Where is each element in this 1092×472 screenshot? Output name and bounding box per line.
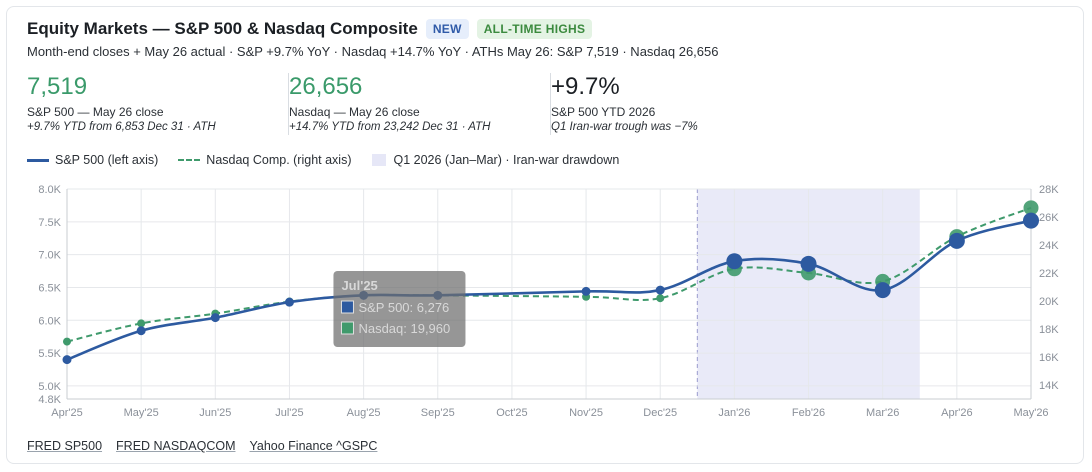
right-tick-label: 22K <box>1039 268 1059 280</box>
right-tick-label: 16K <box>1039 352 1059 364</box>
legend-sp500-label: S&P 500 (left axis) <box>55 153 159 167</box>
x-tick-label: Jun'25 <box>199 407 231 419</box>
right-tick-label: 24K <box>1039 240 1059 252</box>
legend-nasdaq-label: Nasdaq Comp. (right axis) <box>206 153 352 167</box>
kpi-ytd-label: S&P 500 YTD 2026 <box>551 105 656 119</box>
legend-band-label: Q1 2026 (Jan–Mar) · Iran-war drawdown <box>393 153 620 167</box>
x-tick-label: Jan'26 <box>718 407 750 419</box>
kpi-ytd-note: Q1 Iran-war trough was −7% <box>551 121 698 133</box>
sp500-point <box>62 355 72 365</box>
x-tick-label: Nov'25 <box>569 407 603 419</box>
chart-subtitle: Month-end closes + May 26 actual · S&P +… <box>27 44 719 59</box>
kpi-ytd-value: +9.7% <box>551 73 620 100</box>
nasdaq-point <box>137 319 146 328</box>
chart-title: Equity Markets — S&P 500 & Nasdaq Compos… <box>27 19 418 38</box>
x-tick-label: Dec'25 <box>643 407 677 419</box>
sp500-point <box>284 297 294 307</box>
left-tick-label: 7.0K <box>38 250 61 262</box>
kpi-sp500-value: 7,519 <box>27 73 88 100</box>
x-tick-label: Sep'25 <box>421 407 455 419</box>
source-link-yahoo-gspc[interactable]: Yahoo Finance ^GSPC <box>249 439 377 453</box>
sp500-point <box>136 326 146 336</box>
x-tick-label: Oct'25 <box>496 407 527 419</box>
line-chart[interactable]: 4.8K5.0K 5.5K 6.0K 6.5K 7.0K 7.5K 8.0K 14K 16K 18… <box>7 177 1083 432</box>
tooltip-nasdaq-swatch <box>340 321 354 335</box>
left-tick-label: 5.5K <box>38 348 61 360</box>
legend-nasdaq[interactable]: Nasdaq Comp. (right axis) <box>178 153 352 167</box>
sp500-point <box>726 253 743 270</box>
kpi-nasdaq-value: 26,656 <box>289 73 363 100</box>
kpi-ytd: +9.7% S&P 500 YTD 2026 Q1 Iran-war troug… <box>551 73 812 135</box>
header: Equity Markets — S&P 500 & Nasdaq Compos… <box>27 19 593 39</box>
nasdaq-point <box>656 294 665 303</box>
source-link-fred-nasdaqcom[interactable]: FRED NASDAQCOM <box>116 439 235 453</box>
chart-card: Equity Markets — S&P 500 & Nasdaq Compos… <box>6 6 1084 464</box>
x-tick-label: Feb'26 <box>792 407 825 419</box>
tooltip-nasdaq-value: Nasdaq: 19,960 <box>358 321 450 336</box>
x-tick-label: Mar'26 <box>866 407 899 419</box>
source-links: FRED SP500 FRED NASDAQCOM Yahoo Finance … <box>27 439 377 453</box>
sp500-point <box>581 286 591 296</box>
right-tick-label: 14K <box>1039 380 1059 392</box>
left-tick-label: 7.5K <box>38 217 61 229</box>
kpi-sp500-label: S&P 500 — May 26 close <box>27 105 164 119</box>
kpi-nasdaq: 26,656 Nasdaq — May 26 close +14.7% YTD … <box>289 73 551 135</box>
tooltip-sp500-value: S&P 500: 6,276 <box>358 300 449 315</box>
kpi-nasdaq-label: Nasdaq — May 26 close <box>289 105 420 119</box>
left-tick-label: 8.0K <box>38 184 61 196</box>
new-badge: NEW <box>425 19 469 39</box>
left-tick-label: 6.5K <box>38 282 61 294</box>
hover-tooltip: Jul'25 S&P 500: 6,276 Nasdaq: 19,960 <box>333 271 466 347</box>
left-tick-label: 4.8K <box>38 394 61 406</box>
source-link-fred-sp500[interactable]: FRED SP500 <box>27 439 102 453</box>
right-tick-label: 18K <box>1039 324 1059 336</box>
kpi-nasdaq-note: +14.7% YTD from 23,242 Dec 31 · ATH <box>289 121 491 133</box>
left-tick-label: 5.0K <box>38 381 61 393</box>
sp500-point <box>874 282 891 299</box>
sp500-point <box>800 255 817 272</box>
chart-legend: S&P 500 (left axis) Nasdaq Comp. (right … <box>27 153 639 167</box>
sp500-point <box>948 232 965 249</box>
legend-band-swatch <box>371 154 386 166</box>
right-tick-label: 26K <box>1039 212 1059 224</box>
x-tick-label: Aug'25 <box>347 407 381 419</box>
x-tick-label: Apr'26 <box>941 407 972 419</box>
kpi-row: 7,519 S&P 500 — May 26 close +9.7% YTD f… <box>27 73 812 135</box>
kpi-sp500: 7,519 S&P 500 — May 26 close +9.7% YTD f… <box>27 73 289 135</box>
legend-nasdaq-swatch <box>178 159 201 161</box>
legend-sp500-swatch <box>27 158 49 162</box>
tooltip-sp500-swatch <box>340 300 354 314</box>
x-tick-label: May'26 <box>1013 407 1048 419</box>
sp500-point <box>210 313 220 323</box>
all-time-highs-badge: ALL-TIME HIGHS <box>476 19 593 39</box>
right-tick-label: 28K <box>1039 184 1059 196</box>
x-tick-label: Jul'25 <box>275 407 303 419</box>
tooltip-title: Jul'25 <box>341 278 377 293</box>
legend-sp500[interactable]: S&P 500 (left axis) <box>27 153 158 167</box>
sp500-point <box>655 285 665 295</box>
nasdaq-point <box>63 337 71 346</box>
x-tick-label: May'25 <box>124 407 159 419</box>
kpi-sp500-note: +9.7% YTD from 6,853 Dec 31 · ATH <box>27 121 216 133</box>
legend-band[interactable]: Q1 2026 (Jan–Mar) · Iran-war drawdown <box>371 153 620 167</box>
right-tick-label: 20K <box>1039 296 1059 308</box>
x-tick-label: Apr'25 <box>51 407 82 419</box>
left-tick-label: 6.0K <box>38 315 61 327</box>
sp500-point <box>1023 212 1039 229</box>
